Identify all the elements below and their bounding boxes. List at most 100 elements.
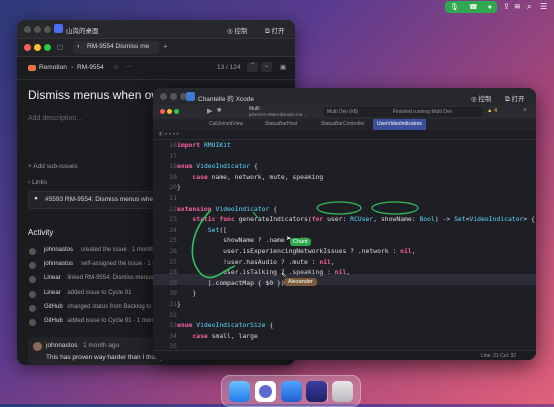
line-number: 26: [169, 247, 177, 255]
issue-header: Remotion › RM-9554 ☆ ··· 13 / 124 ⌃ ⌄ ▣: [17, 57, 295, 80]
line-number: 29: [169, 278, 177, 287]
cursor-position: Line: 21 Col: 32: [481, 353, 517, 359]
workspace-icon: [28, 65, 36, 71]
sidebar-icon[interactable]: ▢: [57, 43, 63, 51]
finder-icon[interactable]: [229, 381, 250, 402]
menu-bar: 🎙 ☎ ● ⇪ ≋ ⌕ ☰: [0, 0, 554, 14]
avatar-icon[interactable]: ●: [488, 4, 492, 11]
editor-tab[interactable]: StatusBarController: [317, 119, 369, 130]
trash-icon[interactable]: [332, 381, 353, 402]
line-number: 18: [169, 162, 177, 171]
dock-divider: [327, 382, 328, 401]
activity-text: linked RM-9554: Dismiss menus: [67, 275, 154, 282]
avatar: [29, 319, 36, 326]
code-line[interactable]: 24 Set([: [153, 225, 536, 236]
add-icon[interactable]: +: [523, 107, 527, 114]
code-line[interactable]: 21: [153, 193, 536, 204]
links-toggle[interactable]: › Links: [28, 179, 47, 186]
tab-issue[interactable]: ◐ RM-9554 Dismiss me: [73, 41, 159, 54]
code-line[interactable]: 26 user.isExperiencingNetworkIssues ? .n…: [153, 246, 536, 257]
code-line[interactable]: 17: [153, 151, 536, 162]
add-sub-issues-button[interactable]: + Add sub-issues: [28, 163, 78, 170]
description-field[interactable]: Add description...: [28, 115, 82, 122]
line-number: 23: [169, 215, 177, 224]
linear-app-icon[interactable]: [255, 381, 276, 402]
new-tab-button[interactable]: +: [163, 42, 168, 51]
more-icon[interactable]: ···: [125, 63, 132, 70]
code-text: enum VideoIndicatorSize {: [177, 321, 274, 330]
screen-share-bar: 山岚的桌面 ◎ 控制 ⧉ 打开: [17, 20, 295, 39]
star-icon[interactable]: ☆: [113, 63, 119, 71]
control-button[interactable]: ◎ 控制: [471, 93, 491, 103]
stop-icon[interactable]: ■: [217, 107, 221, 114]
code-line[interactable]: 23 static func generateIndicators(for us…: [153, 214, 536, 225]
editor-tab[interactable]: UserVideoIndicators: [373, 119, 426, 130]
remotion-app-icon[interactable]: [306, 381, 327, 402]
close-button[interactable]: [160, 93, 167, 100]
next-issue-button[interactable]: ⌄: [261, 62, 272, 72]
mic-icon[interactable]: 🎙: [450, 3, 459, 11]
collaborator-cursor-label: Alexander: [284, 278, 317, 286]
activity-user: johnnastos: [44, 247, 74, 253]
share-icon[interactable]: ⇪: [503, 2, 510, 11]
code-line[interactable]: 27 !user.hasAudio ? .mute : nil,: [153, 257, 536, 268]
close-button[interactable]: [24, 26, 31, 33]
code-line[interactable]: 18 enum VideoIndicator {: [153, 161, 536, 172]
minimize-button[interactable]: [34, 26, 41, 33]
zoom-button[interactable]: [44, 44, 51, 51]
breadcrumb-issue[interactable]: RM-9554: [77, 64, 104, 71]
code-line[interactable]: 33 enum VideoIndicatorSize {: [153, 320, 536, 331]
zoom-button[interactable]: [44, 26, 51, 33]
phone-icon[interactable]: ☎: [469, 3, 478, 11]
line-number: 24: [169, 225, 177, 234]
status-bar: Line: 21 Col: 32: [153, 350, 536, 360]
branch-name[interactable]: johnn/rm-9554-dismiss-me...: [249, 112, 306, 117]
control-center-icon[interactable]: ☰: [540, 2, 547, 11]
code-text: case small, large: [192, 331, 258, 340]
close-button[interactable]: [160, 109, 165, 114]
sidebar-toggle-icon[interactable]: ▣: [280, 63, 286, 71]
minimize-button[interactable]: [170, 93, 177, 100]
line-number: 31: [169, 300, 177, 308]
wifi-icon[interactable]: ≋: [514, 2, 521, 11]
screen-share-bar: Chantelle 的 Xcode ◎ 控制 ⧉ 打开: [153, 88, 536, 105]
code-line[interactable]: 25 showName ? .name : nil,: [153, 235, 536, 246]
control-button[interactable]: ◎ 控制: [227, 25, 247, 35]
code-line[interactable]: 34 case small, large: [153, 331, 536, 342]
code-text: !user.hasAudio ? .mute : nil,: [177, 257, 335, 266]
code-line[interactable]: 16 import RMUIKit: [153, 140, 536, 151]
open-button[interactable]: ⧉ 打开: [265, 25, 284, 36]
xcode-window: Chantelle 的 Xcode ◎ 控制 ⧉ 打开 ▶ ■ Multi jo…: [153, 88, 536, 360]
avatar: [33, 342, 42, 351]
link-text: #5593 RM-9554: Dismiss menus when: [45, 196, 157, 203]
code-line[interactable]: 28 user.isTalking ? .speaking : nil,: [153, 267, 536, 278]
code-line[interactable]: 20}: [153, 182, 536, 193]
close-button[interactable]: [24, 44, 31, 51]
code-text: user.isTalking ? .speaking : nil,: [177, 268, 351, 277]
run-destination[interactable]: Multi Dev (#8): [327, 109, 358, 115]
search-icon[interactable]: ⌕: [527, 2, 531, 12]
run-icon[interactable]: ▶: [207, 107, 212, 115]
chevron-right-icon: ›: [71, 64, 74, 71]
code-line[interactable]: 31}: [153, 299, 536, 310]
xcode-app-icon[interactable]: [281, 381, 302, 402]
open-button[interactable]: ⧉ 打开: [505, 93, 524, 104]
zoom-button[interactable]: [174, 109, 179, 114]
editor-tab[interactable]: StatusBarHost: [261, 119, 301, 130]
pager-count: 13 / 124: [217, 64, 241, 71]
window-owner-title: 山岚的桌面: [66, 28, 99, 35]
code-line[interactable]: 29 ].compactMap { $0 }): [153, 278, 536, 289]
editor-tab[interactable]: CallJoinedView: [205, 119, 247, 130]
minimize-button[interactable]: [167, 109, 172, 114]
minimize-button[interactable]: [34, 44, 41, 51]
facetime-pill[interactable]: 🎙 ☎ ●: [445, 1, 497, 13]
comment-author: johnnastos: [46, 342, 78, 349]
jump-bar[interactable]: ◧ ▸ ▸ ▸ ▸: [153, 130, 536, 140]
code-line[interactable]: 19 case name, network, mute, speaking: [153, 172, 536, 183]
code-line[interactable]: 30 }: [153, 288, 536, 299]
code-line[interactable]: 22 extension VideoIndicator {: [153, 204, 536, 215]
warnings-badge[interactable]: ▲ 4: [487, 108, 497, 114]
code-line[interactable]: 32: [153, 310, 536, 321]
previous-issue-button[interactable]: ⌃: [247, 62, 258, 72]
breadcrumb-workspace[interactable]: Remotion: [39, 64, 67, 71]
